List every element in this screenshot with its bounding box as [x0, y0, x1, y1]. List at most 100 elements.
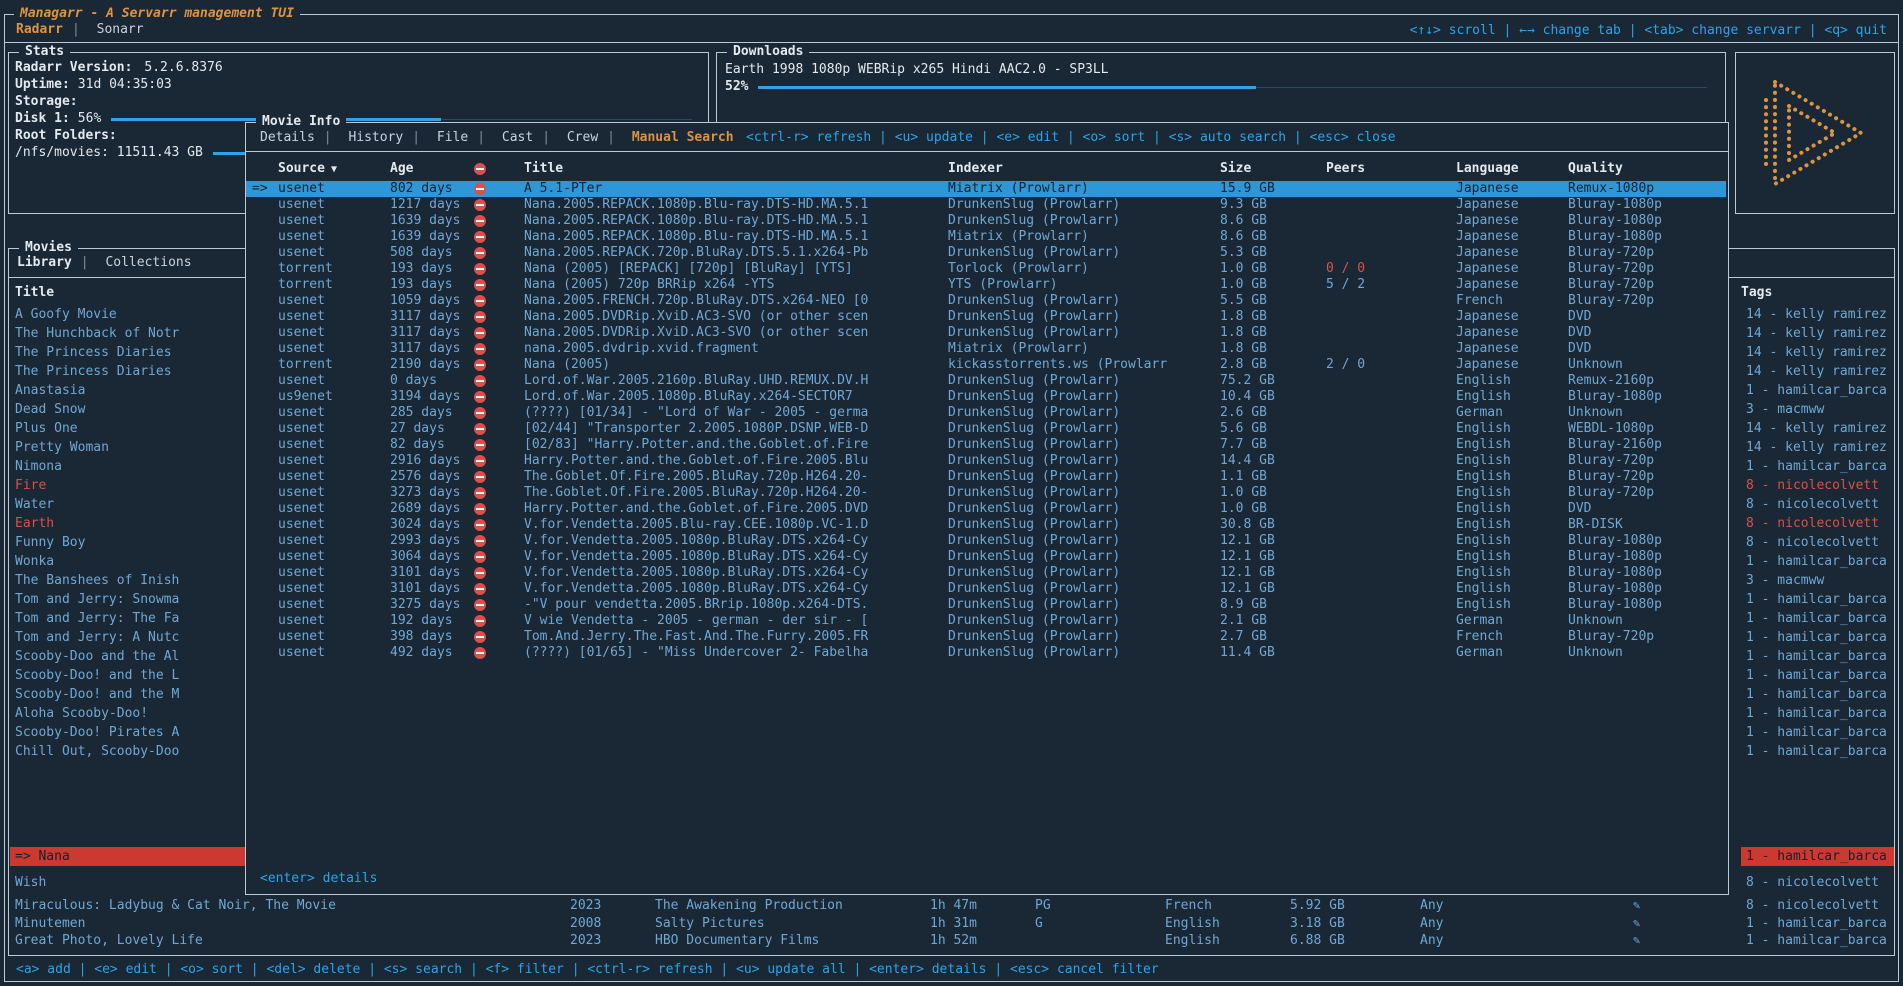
search-result-row[interactable]: usenet 3117 days Nana.2005.DVDRip.XviD.A… [246, 309, 1726, 325]
movie-list-item[interactable]: Wish [10, 873, 247, 892]
source-column-header[interactable]: Source▼ [278, 159, 390, 180]
search-result-row[interactable]: usenet 2993 days V.for.Vendetta.2005.108… [246, 533, 1726, 549]
search-result-row[interactable]: usenet 3101 days V.for.Vendetta.2005.108… [246, 565, 1726, 581]
search-result-row[interactable]: usenet 1639 days Nana.2005.REPACK.1080p.… [246, 229, 1726, 245]
search-result-row[interactable]: usenet 3117 days nana.2005.dvdrip.xvid.f… [246, 341, 1726, 357]
search-result-row[interactable]: usenet 0 days Lord.of.War.2005.2160p.Blu… [246, 373, 1726, 389]
movie-info-tab[interactable]: Manual Search [632, 130, 734, 145]
search-result-row[interactable]: usenet 3024 days V.for.Vendetta.2005.Blu… [246, 517, 1726, 533]
search-result-row[interactable]: usenet 192 days V wie Vendetta - 2005 - … [246, 613, 1726, 629]
source-cell: usenet [278, 229, 390, 245]
servarr-tab[interactable]: Radarr [16, 22, 89, 37]
rejected-cell [474, 309, 524, 325]
movie-list-item[interactable]: Scooby-Doo! and the M [10, 685, 247, 704]
movie-info-tab[interactable]: Crew [567, 130, 624, 145]
movie-list-item[interactable]: Tom and Jerry: The Fa [10, 609, 247, 628]
age-cell: 1217 days [390, 197, 474, 213]
search-result-row[interactable]: usenet 3117 days Nana.2005.DVDRip.XviD.A… [246, 325, 1726, 341]
size-cell: 14.4 GB [1220, 453, 1326, 469]
language-cell: English [1456, 389, 1568, 405]
peers-cell: 0 / 0 [1326, 261, 1456, 277]
movie-table-row[interactable]: Miraculous: Ladybug & Cat Noir, The Movi… [10, 897, 1894, 915]
search-result-row[interactable]: usenet 2916 days Harry.Potter.and.the.Go… [246, 453, 1726, 469]
language-cell: English [1456, 565, 1568, 581]
movie-list-item[interactable]: Chill Out, Scooby-Doo [10, 742, 247, 761]
search-result-row[interactable]: usenet 285 days (????) [01/34] - "Lord o… [246, 405, 1726, 421]
search-result-row[interactable]: usenet 3273 days The.Goblet.Of.Fire.2005… [246, 485, 1726, 501]
movie-list-item[interactable]: Nimona [10, 457, 247, 476]
movie-info-tab[interactable]: History [348, 130, 429, 145]
rejected-cell [474, 469, 524, 485]
search-result-row[interactable]: usenet 27 days [02/44] "Transporter 2.20… [246, 421, 1726, 437]
search-result-row[interactable]: usenet 2576 days The.Goblet.Of.Fire.2005… [246, 469, 1726, 485]
movie-list-item[interactable]: Aloha Scooby-Doo! [10, 704, 247, 723]
size-cell: 5.6 GB [1220, 421, 1326, 437]
movie-list-item[interactable]: Scooby-Doo and the Al [10, 647, 247, 666]
rejected-icon [474, 215, 486, 227]
movie-list-item[interactable]: A Goofy Movie [10, 305, 247, 324]
search-result-row[interactable]: usenet 3275 days -"V pour vendetta.2005.… [246, 597, 1726, 613]
movie-tag-cell: 1 - hamilcar_barca [1741, 723, 1894, 742]
movie-info-tab[interactable]: Details [260, 130, 341, 145]
movie-list-item[interactable]: Tom and Jerry: Snowma [10, 590, 247, 609]
search-result-row[interactable]: usenet 1639 days Nana.2005.REPACK.1080p.… [246, 213, 1726, 229]
movie-list-item[interactable]: The Banshees of Inish [10, 571, 247, 590]
language-cell: German [1456, 645, 1568, 661]
search-result-row[interactable]: usenet 82 days [02/83] "Harry.Potter.and… [246, 437, 1726, 453]
movie-list-item[interactable]: The Hunchback of Notr [10, 324, 247, 343]
movie-list-item[interactable]: Dead Snow [10, 400, 247, 419]
search-result-row[interactable]: usenet 508 days Nana.2005.REPACK.720p.Bl… [246, 245, 1726, 261]
release-title-cell: Nana.2005.DVDRip.XviD.AC3-SVO (or other … [524, 325, 948, 341]
movie-tag-cell: 1 - hamilcar_barca [1741, 704, 1894, 723]
movie-list-item[interactable]: Scooby-Doo! Pirates A [10, 723, 247, 742]
movie-runtime-cell: 1h 31m [930, 915, 1035, 933]
movie-info-tab[interactable]: Cast [502, 130, 559, 145]
movie-list-item[interactable]: Earth [10, 514, 247, 533]
movie-list-item[interactable]: Tom and Jerry: A Nutc [10, 628, 247, 647]
rejected-icon [474, 263, 486, 275]
age-cell: 508 days [390, 245, 474, 261]
search-result-row[interactable]: torrent 193 days Nana (2005) 720p BRRip … [246, 277, 1726, 293]
release-title-cell: Lord.of.War.2005.1080p.BluRay.x264-SECTO… [524, 389, 948, 405]
search-result-row[interactable]: => usenet 802 days A 5.1-PTer Miatrix (P… [246, 181, 1726, 197]
movie-list-item[interactable]: Water [10, 495, 247, 514]
search-result-row[interactable]: usenet 1217 days Nana.2005.REPACK.1080p.… [246, 197, 1726, 213]
search-result-row[interactable]: usenet 492 days (????) [01/65] - "Miss U… [246, 645, 1726, 661]
movie-list-item[interactable]: The Princess Diaries [10, 362, 247, 381]
movies-tags-column-pinned: 1 - hamilcar_barca 8 - nicolecolvett [1741, 847, 1894, 899]
rejected-icon [474, 535, 486, 547]
uptime-label: Uptime: [15, 77, 70, 92]
movie-list-item[interactable]: Fire [10, 476, 247, 495]
rejected-icon [474, 487, 486, 499]
search-result-row[interactable]: torrent 2190 days Nana (2005) kickasstor… [246, 357, 1726, 373]
movie-table-row[interactable]: Minutemen 2008 Salty Pictures 1h 31m G E… [10, 915, 1894, 933]
release-title-cell: Tom.And.Jerry.The.Fast.And.The.Furry.200… [524, 629, 948, 645]
size-cell: 15.9 GB [1220, 181, 1326, 197]
movie-availability-cell: Any [1420, 915, 1633, 933]
language-cell: English [1456, 453, 1568, 469]
movie-info-tab[interactable]: File [437, 130, 494, 145]
search-result-row[interactable]: usenet 1059 days Nana.2005.FRENCH.720p.B… [246, 293, 1726, 309]
indexer-cell: DrunkenSlug (Prowlarr) [948, 485, 1220, 501]
search-result-row[interactable]: usenet 3101 days V.for.Vendetta.2005.108… [246, 581, 1726, 597]
movie-list-item[interactable]: => Nana [10, 847, 247, 866]
search-result-row[interactable]: us9enet 3194 days Lord.of.War.2005.1080p… [246, 389, 1726, 405]
search-result-row[interactable]: usenet 398 days Tom.And.Jerry.The.Fast.A… [246, 629, 1726, 645]
app-title: Managarr - A Servarr management TUI [14, 6, 300, 21]
movie-list-item[interactable]: Plus One [10, 419, 247, 438]
search-result-row[interactable]: torrent 193 days Nana (2005) [REPACK] [7… [246, 261, 1726, 277]
search-result-row[interactable]: usenet 3064 days V.for.Vendetta.2005.108… [246, 549, 1726, 565]
movie-list-item[interactable]: Scooby-Doo! and the L [10, 666, 247, 685]
search-result-row[interactable]: usenet 2689 days Harry.Potter.and.the.Go… [246, 501, 1726, 517]
movie-list-item[interactable]: Funny Boy [10, 533, 247, 552]
movie-list-item[interactable]: Pretty Woman [10, 438, 247, 457]
rejected-cell [474, 181, 524, 197]
movies-tab[interactable]: Library [17, 255, 98, 270]
movie-list-item[interactable]: The Princess Diaries [10, 343, 247, 362]
movie-list-item[interactable]: Wonka [10, 552, 247, 571]
movie-table-row[interactable]: Great Photo, Lovely Life 2023 HBO Docume… [10, 932, 1894, 950]
movies-tab[interactable]: Collections [105, 255, 191, 270]
servarr-tab[interactable]: Sonarr [97, 22, 144, 37]
quality-cell: WEBDL-1080p [1568, 421, 1726, 437]
movie-list-item[interactable]: Anastasia [10, 381, 247, 400]
